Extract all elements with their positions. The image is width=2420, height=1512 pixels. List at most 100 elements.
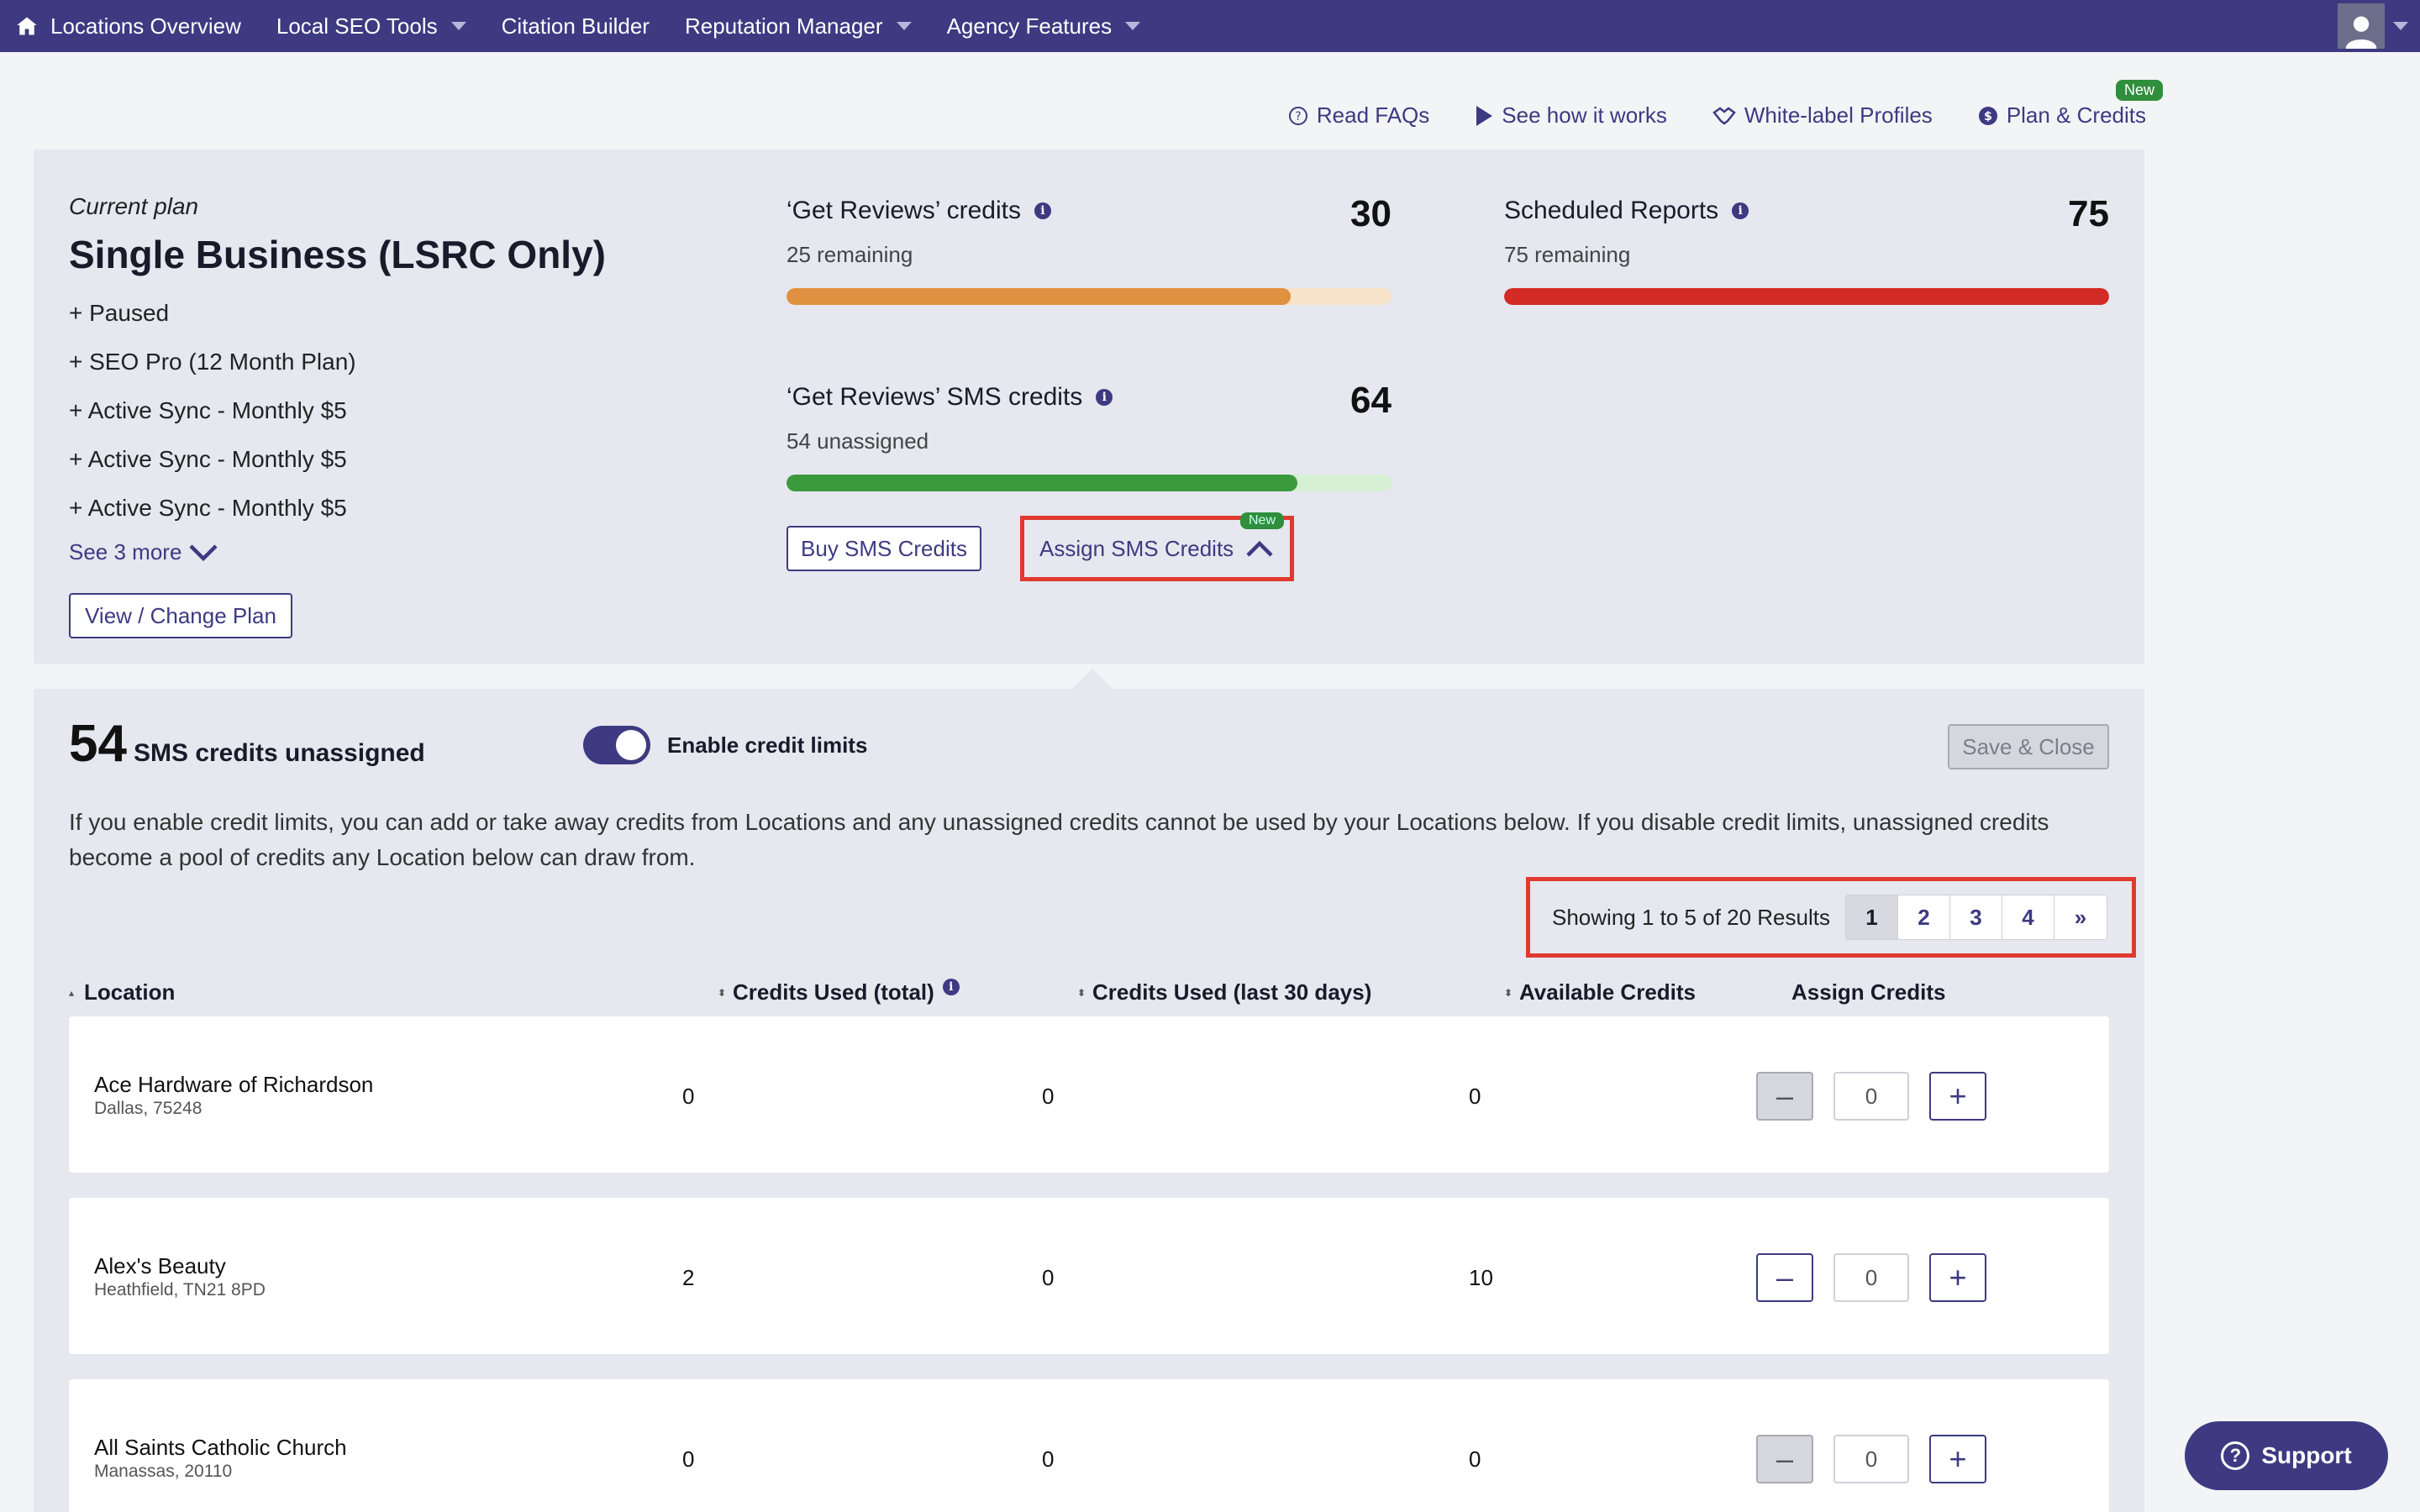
col-label: Available Credits bbox=[1519, 979, 1697, 1005]
nav-citation-builder[interactable]: Citation Builder bbox=[502, 0, 650, 52]
assign-input[interactable]: 0 bbox=[1833, 1253, 1909, 1302]
col-credits-used-30[interactable]: ⬍ Credits Used (last 30 days) bbox=[1077, 979, 1371, 1005]
decrement-button[interactable]: – bbox=[1756, 1435, 1813, 1483]
caret-down-icon bbox=[1125, 22, 1141, 30]
increment-button[interactable]: + bbox=[1929, 1253, 1986, 1302]
nav-reputation-manager[interactable]: Reputation Manager bbox=[685, 0, 912, 52]
plan-credits-link[interactable]: $ Plan & Credits bbox=[1978, 102, 2146, 129]
nav-label: Local SEO Tools bbox=[276, 13, 438, 39]
last-page-button[interactable]: » bbox=[2054, 895, 2107, 939]
decrement-button[interactable]: – bbox=[1756, 1072, 1813, 1121]
toggle-knob bbox=[616, 730, 646, 760]
caret-down-icon[interactable] bbox=[2393, 22, 2408, 30]
see-how-it-works-link[interactable]: See how it works bbox=[1475, 102, 1667, 129]
available-credits: 0 bbox=[1469, 1084, 1481, 1109]
panel-pointer bbox=[1072, 669, 1113, 689]
help-links: ? Read FAQs See how it works White-label… bbox=[1243, 102, 2146, 129]
chevron-up-icon bbox=[1246, 540, 1273, 557]
sort-icon: ⬍ bbox=[1504, 986, 1513, 999]
credits-used-total: 0 bbox=[682, 1084, 695, 1109]
scheduled-reports-value: 75 bbox=[2068, 193, 2109, 234]
plan-addon: + SEO Pro (12 Month Plan) bbox=[69, 349, 356, 375]
nav-agency-features[interactable]: Agency Features bbox=[947, 0, 1141, 52]
table-row: Alex's Beauty Heathfield, TN21 8PD 2 0 1… bbox=[69, 1198, 2109, 1354]
location-name: Alex's Beauty bbox=[94, 1253, 226, 1278]
assign-stepper: – 0 + bbox=[1756, 1253, 1986, 1302]
col-credits-used-total[interactable]: ⬍ Credits Used (total) i bbox=[718, 978, 960, 1005]
nav-label: Agency Features bbox=[946, 13, 1113, 39]
sms-credits-value: 64 bbox=[1350, 380, 1392, 421]
buy-sms-credits-button[interactable]: Buy SMS Credits bbox=[786, 526, 981, 571]
col-available-credits[interactable]: ⬍ Available Credits bbox=[1504, 979, 1696, 1005]
scheduled-reports-bar-fill bbox=[1504, 288, 2109, 305]
save-close-button[interactable]: Save & Close bbox=[1948, 724, 2109, 769]
plan-addon: + Paused bbox=[69, 300, 170, 326]
unassigned-count: 54 bbox=[69, 715, 127, 773]
sms-credits-unassigned: 54 unassigned bbox=[786, 428, 929, 454]
decrement-button[interactable]: – bbox=[1756, 1253, 1813, 1302]
nav-locations-overview[interactable]: Locations Overview bbox=[50, 0, 241, 52]
question-circle-icon: ? bbox=[1288, 106, 1307, 125]
reviews-credits-title-row: ‘Get Reviews’ credits i bbox=[786, 197, 1392, 225]
plan-addon: + Active Sync - Monthly $5 bbox=[69, 397, 347, 423]
support-button[interactable]: ? Support bbox=[2185, 1421, 2388, 1490]
new-badge: New bbox=[1240, 512, 1285, 529]
assign-input[interactable]: 0 bbox=[1833, 1072, 1909, 1121]
see-how-label: See how it works bbox=[1502, 102, 1667, 128]
scheduled-reports-title: Scheduled Reports bbox=[1504, 197, 1719, 224]
col-assign-credits: Assign Credits bbox=[1791, 979, 1946, 1005]
available-credits: 10 bbox=[1469, 1265, 1493, 1290]
nav-local-seo-tools[interactable]: Local SEO Tools bbox=[276, 0, 466, 52]
info-icon[interactable]: i bbox=[1096, 389, 1113, 406]
current-plan: Current plan Single Business (LSRC Only)… bbox=[69, 193, 606, 565]
sort-icon: ▴ bbox=[69, 986, 75, 999]
info-icon[interactable]: i bbox=[1034, 202, 1051, 219]
page-2-button[interactable]: 2 bbox=[1897, 895, 1950, 939]
col-label: Assign Credits bbox=[1791, 979, 1946, 1005]
coin-icon: $ bbox=[1978, 106, 1997, 125]
col-label: Credits Used (last 30 days) bbox=[1092, 979, 1372, 1005]
user-icon bbox=[2345, 16, 2377, 49]
sms-actions: Buy SMS Credits Assign SMS Credits bbox=[786, 516, 1294, 581]
reviews-credits-bar bbox=[786, 288, 1392, 305]
nav-label: Reputation Manager bbox=[684, 13, 883, 39]
support-label: Support bbox=[2261, 1442, 2352, 1468]
top-nav: Locations Overview Local SEO Tools Citat… bbox=[0, 0, 2420, 52]
svg-text:?: ? bbox=[1295, 110, 1301, 123]
increment-button[interactable]: + bbox=[1929, 1072, 1986, 1121]
see-more-link[interactable]: See 3 more bbox=[69, 539, 606, 565]
assign-stepper: – 0 + bbox=[1756, 1072, 1986, 1121]
plan-addon: + Active Sync - Monthly $5 bbox=[69, 495, 347, 521]
page-buttons: 1 2 3 4 » bbox=[1844, 895, 2107, 940]
question-icon: ? bbox=[2221, 1441, 2250, 1470]
see-more-label: See 3 more bbox=[69, 539, 182, 564]
scheduled-reports: Scheduled Reports i 75 75 remaining bbox=[1504, 193, 2109, 305]
credits-used-30: 0 bbox=[1042, 1084, 1055, 1109]
col-location[interactable]: ▴ Location bbox=[69, 979, 175, 1005]
table-row: Ace Hardware of Richardson Dallas, 75248… bbox=[69, 1016, 2109, 1173]
credit-limits-toggle[interactable] bbox=[583, 726, 650, 764]
sms-credits-title-row: ‘Get Reviews’ SMS credits i bbox=[786, 383, 1392, 412]
page-3-button[interactable]: 3 bbox=[1949, 895, 2002, 939]
info-icon[interactable]: i bbox=[1732, 202, 1749, 219]
location-address: Heathfield, TN21 8PD bbox=[94, 1280, 266, 1299]
white-label-profiles-link[interactable]: White-label Profiles bbox=[1712, 102, 1933, 129]
avatar[interactable] bbox=[2338, 3, 2385, 49]
table-row: All Saints Catholic Church Manassas, 201… bbox=[69, 1379, 2109, 1512]
new-badge: New bbox=[2116, 80, 2164, 101]
assign-input[interactable]: 0 bbox=[1833, 1435, 1909, 1483]
sms-credits-bar-fill bbox=[786, 475, 1297, 491]
read-faqs-link[interactable]: ? Read FAQs bbox=[1288, 102, 1429, 129]
plan-name: Single Business (LSRC Only) bbox=[69, 233, 606, 276]
page-1-button[interactable]: 1 bbox=[1845, 895, 1898, 939]
table-header: ▴ Location ⬍ Credits Used (total) i ⬍ Credit… bbox=[69, 978, 2109, 1020]
home-icon[interactable] bbox=[15, 0, 39, 52]
credits-used-total: 2 bbox=[682, 1265, 695, 1290]
view-change-plan-button[interactable]: View / Change Plan bbox=[69, 593, 292, 638]
unassigned-label: SMS credits unassigned bbox=[133, 739, 425, 767]
assign-credits-panel: 54 SMS credits unassigned Enable credit … bbox=[34, 689, 2144, 1512]
info-icon[interactable]: i bbox=[942, 978, 960, 995]
page-4-button[interactable]: 4 bbox=[2002, 895, 2054, 939]
handshake-icon bbox=[1712, 106, 1736, 125]
increment-button[interactable]: + bbox=[1929, 1435, 1986, 1483]
